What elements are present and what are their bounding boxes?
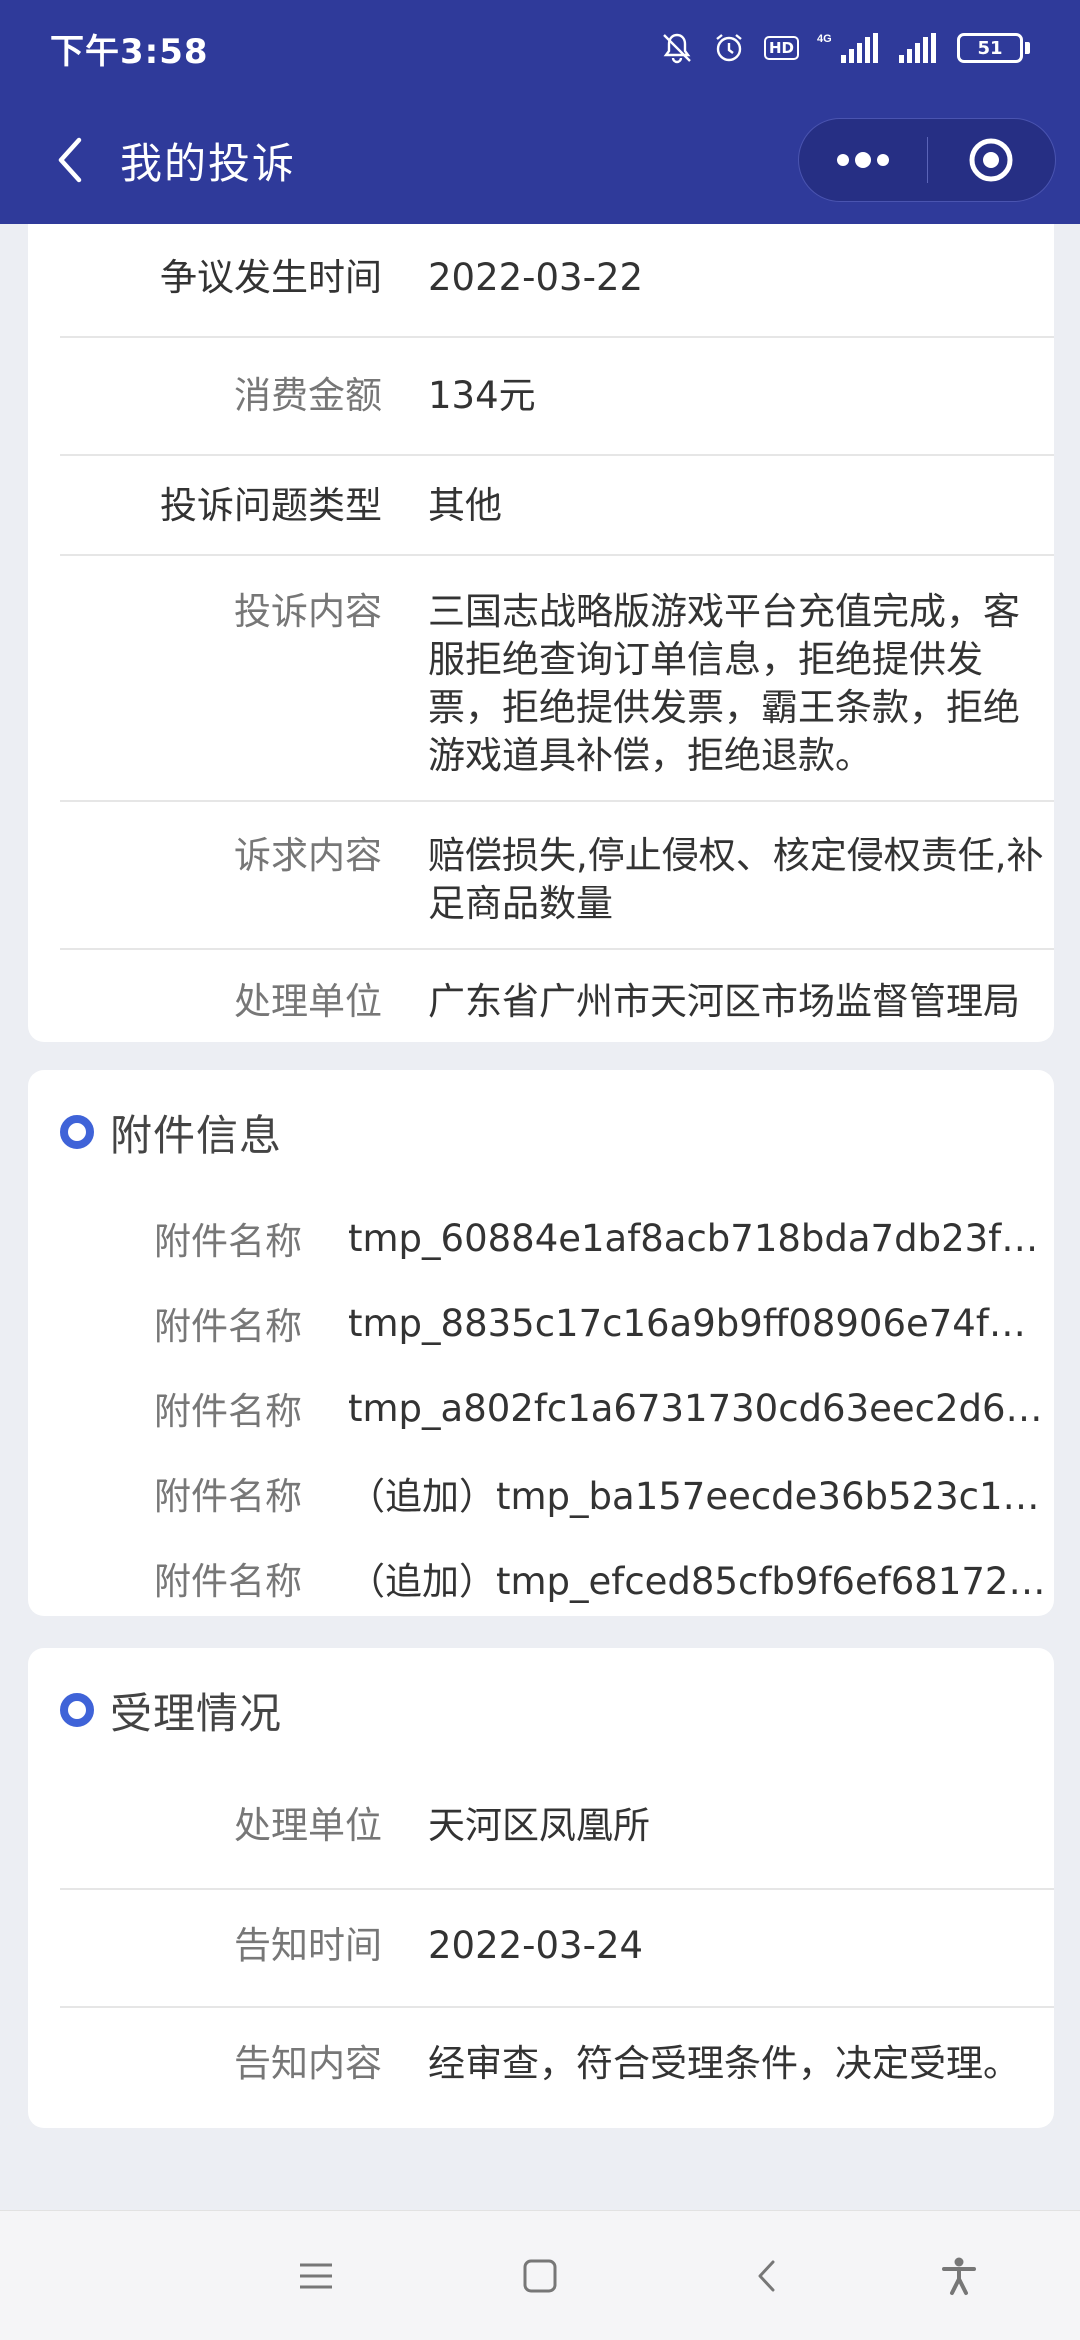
acceptance-value: 经审查，符合受理条件，决定受理。 [428, 2042, 1020, 2085]
battery-level: 51 [977, 37, 1003, 59]
attachments-header: 附件信息 [60, 1102, 282, 1162]
mini-program-capsule [798, 118, 1056, 202]
acceptance-row: 告知时间 2022-03-24 [60, 1890, 1054, 2008]
attachment-label: 附件名称 [154, 1390, 302, 1433]
detail-label: 投诉问题类型 [160, 484, 382, 527]
hd-badge: HD [763, 36, 799, 60]
detail-row: 投诉内容 三国志战略版游戏平台充值完成，客服拒绝查询订单信息，拒绝提供发票，拒绝… [60, 556, 1054, 802]
acceptance-value: 2022-03-24 [428, 1924, 644, 1967]
detail-value: 134元 [428, 374, 536, 417]
more-dots-icon [836, 152, 889, 168]
acceptance-value: 天河区凤凰所 [428, 1804, 650, 1847]
system-nav-bar [0, 2210, 1080, 2340]
attachment-link[interactable]: tmp_a802fc1a6731730cd63eec2d6984... [348, 1387, 1048, 1430]
attachment-row: 附件名称 tmp_8835c17c16a9b9ff08906e74f0e4f..… [28, 1295, 1054, 1351]
attachment-link[interactable]: tmp_60884e1af8acb718bda7db23f766... [348, 1217, 1048, 1260]
attachment-label: 附件名称 [154, 1220, 302, 1263]
detail-label: 诉求内容 [234, 834, 382, 877]
title-bar: 我的投诉 [0, 96, 1080, 224]
detail-label: 消费金额 [234, 374, 382, 417]
accessibility-button[interactable] [924, 2241, 994, 2311]
detail-value: 广东省广州市天河区市场监督管理局 [428, 980, 1020, 1023]
nav-back-button[interactable] [732, 2241, 802, 2311]
back-button[interactable] [36, 115, 106, 205]
acceptance-row: 处理单位 天河区凤凰所 [60, 1770, 1054, 1890]
acceptance-card: 受理情况 处理单位 天河区凤凰所 告知时间 2022-03-24 告知内容 经审… [28, 1648, 1054, 2128]
page-title: 我的投诉 [120, 138, 297, 188]
accessibility-icon [942, 2257, 976, 2295]
detail-row: 争议发生时间 2022-03-22 [60, 224, 1054, 338]
attachments-title: 附件信息 [110, 1110, 283, 1160]
more-button[interactable] [799, 119, 927, 201]
detail-label: 投诉内容 [234, 590, 382, 633]
acceptance-title: 受理情况 [110, 1688, 283, 1738]
attachment-row: 附件名称 tmp_a802fc1a6731730cd63eec2d6984... [28, 1380, 1054, 1436]
home-button[interactable] [505, 2241, 575, 2311]
status-bar: 下午3:58 HD 4G 51 [0, 0, 1080, 96]
attachment-link[interactable]: （追加）tmp_ba157eecde36b523c175... [348, 1466, 1048, 1520]
content[interactable]: 争议发生时间 2022-03-22 消费金额 134元 投诉问题类型 其他 投诉… [0, 224, 1080, 2210]
menu-icon [300, 2263, 332, 2289]
detail-label: 争议发生时间 [160, 256, 382, 299]
svg-text:4G: 4G [817, 33, 832, 45]
section-ring-icon [60, 1693, 94, 1727]
attachment-label: 附件名称 [154, 1475, 302, 1518]
attachment-row: 附件名称 tmp_60884e1af8acb718bda7db23f766... [28, 1210, 1054, 1266]
battery-icon: 51 [957, 33, 1030, 63]
detail-value: 三国志战略版游戏平台充值完成，客服拒绝查询订单信息，拒绝提供发票，拒绝提供发票，… [428, 590, 1020, 777]
signal-icon-2 [897, 31, 939, 65]
mute-bell-icon [660, 31, 694, 65]
target-close-icon [969, 138, 1013, 182]
detail-row: 投诉问题类型 其他 [60, 456, 1054, 556]
attachment-label: 附件名称 [154, 1305, 302, 1348]
home-square-icon [523, 2259, 557, 2293]
status-icons: HD 4G 51 [660, 31, 1030, 65]
acceptance-row: 告知内容 经审查，符合受理条件，决定受理。 [60, 2008, 1054, 2128]
attachments-card: 附件信息 附件名称 tmp_60884e1af8acb718bda7db23f7… [28, 1070, 1054, 1616]
detail-value: 2022-03-22 [428, 256, 644, 299]
signal-icon: 4G [817, 31, 879, 65]
detail-row: 处理单位 广东省广州市天河区市场监督管理局 [60, 950, 1054, 1042]
status-time: 下午3:58 [50, 31, 209, 72]
back-arrow-icon [58, 137, 82, 183]
nav-back-icon [758, 2260, 775, 2292]
detail-value: 赔偿损失,停止侵权、核定侵权责任,补足商品数量 [428, 834, 1044, 925]
detail-row: 诉求内容 赔偿损失,停止侵权、核定侵权责任,补足商品数量 [60, 802, 1054, 950]
header: 下午3:58 HD 4G 51 我的投诉 [0, 0, 1080, 224]
attachment-link[interactable]: tmp_8835c17c16a9b9ff08906e74f0e4f... [348, 1302, 1048, 1345]
complaint-details-card: 争议发生时间 2022-03-22 消费金额 134元 投诉问题类型 其他 投诉… [28, 224, 1054, 1042]
detail-value: 其他 [428, 484, 502, 527]
section-ring-icon [60, 1115, 94, 1149]
acceptance-header: 受理情况 [60, 1680, 282, 1740]
acceptance-label: 告知内容 [234, 2042, 382, 2085]
menu-button[interactable] [281, 2241, 351, 2311]
attachment-row: 附件名称 （追加）tmp_ba157eecde36b523c175... [28, 1465, 1054, 1521]
close-mini-program-button[interactable] [928, 119, 1056, 201]
detail-row: 消费金额 134元 [60, 338, 1054, 456]
attachment-row: 附件名称 （追加）tmp_efced85cfb9f6ef681726c... [28, 1550, 1054, 1606]
attachment-label: 附件名称 [154, 1560, 302, 1603]
acceptance-label: 处理单位 [234, 1804, 382, 1847]
alarm-icon [712, 31, 746, 65]
attachment-link[interactable]: （追加）tmp_efced85cfb9f6ef681726c... [348, 1551, 1048, 1605]
acceptance-label: 告知时间 [234, 1924, 382, 1967]
detail-label: 处理单位 [234, 980, 382, 1023]
